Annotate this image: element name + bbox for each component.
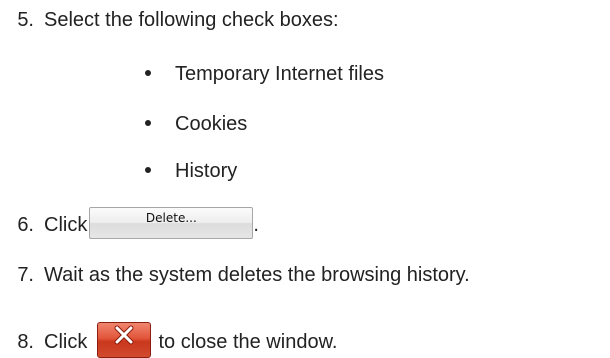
list-item: Temporary Internet files [145, 62, 384, 86]
step-text-after: to close the window. [158, 331, 338, 353]
step-number: 8. [17, 331, 34, 353]
step-7: 7. Wait as the system deletes the browsin… [0, 263, 470, 287]
step-text: Wait as the system deletes the browsing … [44, 264, 470, 286]
list-item-label: History [175, 160, 238, 182]
step-text: Select the following check boxes: [44, 9, 339, 31]
list-item: History [145, 159, 237, 183]
list-item-label: Cookies [175, 113, 248, 135]
step-text-after: . [253, 214, 259, 236]
step-5: 5. Select the following check boxes: [0, 8, 339, 32]
step-6: 6. Click Delete.... [0, 205, 259, 239]
step-number: 5. [17, 9, 34, 31]
step-text-before: Click [44, 214, 88, 236]
step-8: 8. Click to close the window. [0, 318, 338, 358]
list-item-label: Temporary Internet files [175, 63, 384, 85]
step-text-before: Click [44, 331, 88, 353]
delete-button[interactable]: Delete... [89, 207, 254, 239]
close-x-icon [114, 325, 134, 345]
bullet-icon [145, 69, 151, 76]
step-number: 7. [17, 264, 34, 286]
bullet-icon [145, 119, 151, 126]
close-window-button[interactable] [96, 322, 151, 358]
list-item: Cookies [145, 112, 247, 136]
bullet-icon [145, 166, 151, 173]
step-number: 6. [17, 214, 34, 236]
